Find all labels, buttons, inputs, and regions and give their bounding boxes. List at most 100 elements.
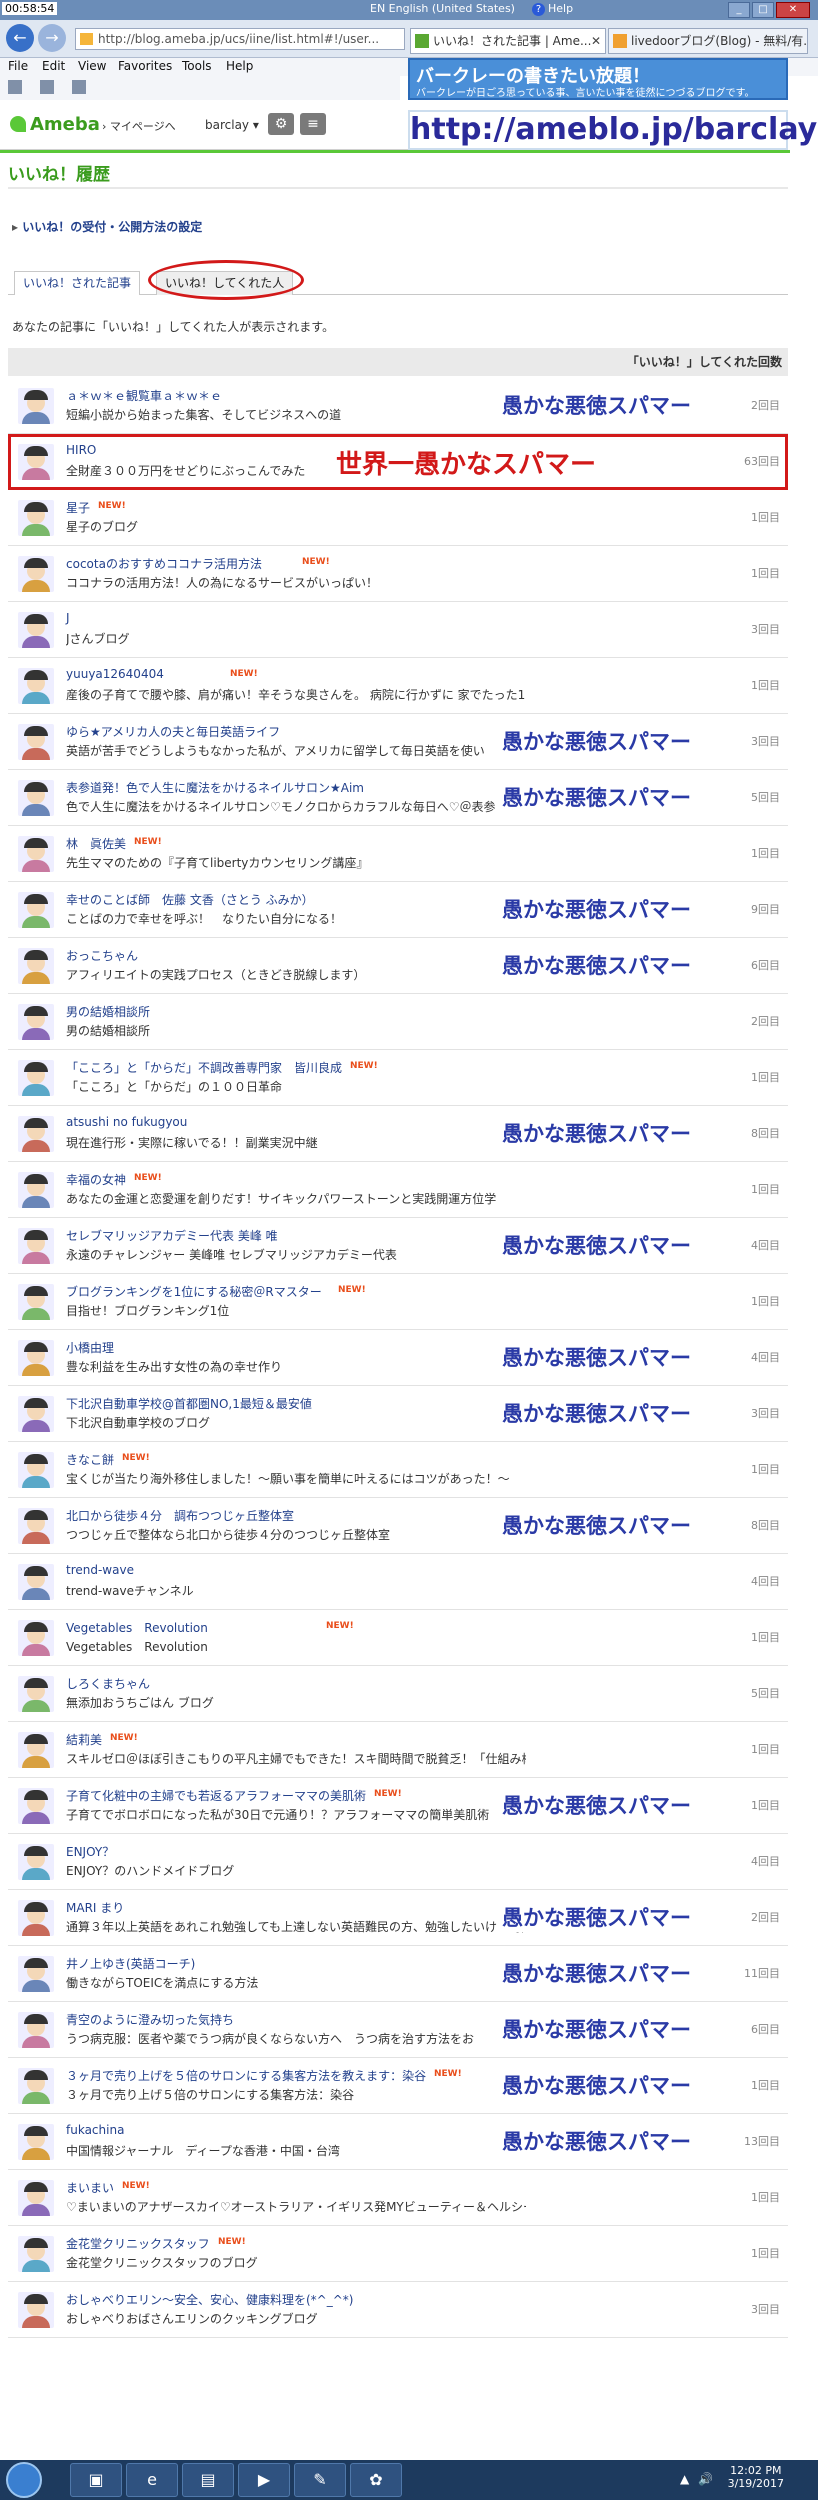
- liker-name[interactable]: cocotaのおすすめココナラ活用方法: [66, 555, 262, 572]
- avatar[interactable]: [18, 2180, 54, 2216]
- avatar[interactable]: [18, 2124, 54, 2160]
- tab-liked-articles[interactable]: いいね！された記事: [14, 271, 141, 295]
- liker-name[interactable]: fukachina: [66, 2123, 124, 2137]
- liker-name[interactable]: trend-wave: [66, 1563, 134, 1577]
- avatar[interactable]: [18, 1340, 54, 1376]
- explorer-taskbar-icon[interactable]: ▤: [182, 2463, 234, 2497]
- avatar[interactable]: [18, 1284, 54, 1320]
- liker-name[interactable]: おっこちゃん: [66, 947, 138, 964]
- avatar[interactable]: [18, 1060, 54, 1096]
- menu-file[interactable]: File: [8, 59, 28, 73]
- liker-name[interactable]: 幸せのことば師 佐藤 文香（さとう ふみか）: [66, 891, 314, 908]
- gear-icon[interactable]: ⚙: [268, 113, 294, 135]
- avatar[interactable]: [18, 1676, 54, 1712]
- avatar[interactable]: [18, 500, 54, 536]
- start-button[interactable]: [6, 2462, 42, 2498]
- avatar[interactable]: [18, 1508, 54, 1544]
- liker-name[interactable]: おしゃべりエリン〜安全、安心、健康料理を(*^_^*): [66, 2291, 353, 2308]
- user-menu[interactable]: barclay ▾: [205, 118, 259, 132]
- liker-name[interactable]: ３ヶ月で売り上げを５倍のサロンにする集客方法を教えます：染谷: [66, 2067, 426, 2084]
- liker-name[interactable]: 表参道発！色で人生に魔法をかけるネイルサロン★Aim: [66, 779, 364, 796]
- menu-favorites[interactable]: Favorites: [118, 59, 172, 73]
- avatar[interactable]: [18, 388, 54, 424]
- liker-name[interactable]: 北口から徒歩４分 調布つつじヶ丘整体室: [66, 1507, 294, 1524]
- liker-name[interactable]: 小橋由理: [66, 1339, 114, 1356]
- ameba-logo[interactable]: Ameba: [10, 114, 100, 135]
- liker-name[interactable]: 星子: [66, 499, 90, 516]
- liker-name[interactable]: MARI まり: [66, 1899, 124, 1916]
- home-icon[interactable]: [8, 80, 22, 94]
- avatar[interactable]: [18, 1732, 54, 1768]
- liker-name[interactable]: Vegetables Revolution: [66, 1619, 208, 1636]
- volume-icon[interactable]: 🔊: [698, 2472, 713, 2486]
- tab-close-icon[interactable]: ✕: [591, 29, 601, 53]
- avatar[interactable]: [18, 612, 54, 648]
- paint-taskbar-icon[interactable]: ✿: [350, 2463, 402, 2497]
- liker-name[interactable]: 井ノ上ゆき(英語コーチ): [66, 1955, 195, 1972]
- menu-view[interactable]: View: [78, 59, 106, 73]
- liker-name[interactable]: 金花堂クリニックスタッフ: [66, 2235, 210, 2252]
- media-taskbar-icon[interactable]: ▶: [238, 2463, 290, 2497]
- print-icon[interactable]: [72, 80, 86, 94]
- liker-name[interactable]: ENJOY？: [66, 1843, 114, 1860]
- menu-help[interactable]: Help: [226, 59, 253, 73]
- liker-name[interactable]: 結莉美: [66, 1731, 102, 1748]
- avatar[interactable]: [18, 2292, 54, 2328]
- liker-name[interactable]: 男の結婚相談所: [66, 1003, 150, 1020]
- liker-name[interactable]: 下北沢自動車学校@首都圏NO,1最短＆最安値: [66, 1395, 312, 1412]
- notes-taskbar-icon[interactable]: ✎: [294, 2463, 346, 2497]
- help-menu[interactable]: ? Help: [532, 2, 573, 16]
- avatar[interactable]: [18, 1004, 54, 1040]
- liker-name[interactable]: 子育て化粧中の主婦でも若返るアラフォーママの美肌術: [66, 1787, 366, 1804]
- liker-name[interactable]: 幸福の女神: [66, 1171, 126, 1188]
- forward-button[interactable]: →: [38, 24, 66, 52]
- avatar[interactable]: [18, 1620, 54, 1656]
- close-button[interactable]: ✕: [776, 2, 810, 18]
- menu-icon[interactable]: ≡: [300, 113, 326, 135]
- avatar[interactable]: [18, 1788, 54, 1824]
- avatar[interactable]: [18, 1564, 54, 1600]
- liker-name[interactable]: まいまい: [66, 2179, 114, 2196]
- back-button[interactable]: ←: [6, 24, 34, 52]
- avatar[interactable]: [18, 1956, 54, 1992]
- liker-name[interactable]: yuuya12640404: [66, 667, 164, 681]
- liker-name[interactable]: 青空のように澄み切った気持ち: [66, 2011, 234, 2028]
- avatar[interactable]: [18, 556, 54, 592]
- tray-clock[interactable]: 12:02 PM 3/19/2017: [728, 2464, 784, 2490]
- avatar[interactable]: [18, 948, 54, 984]
- tray-arrow-icon[interactable]: ▲: [680, 2472, 689, 2486]
- tab-livedoor[interactable]: livedoorブログ(Blog) - 無料/有...: [608, 28, 808, 54]
- maximize-button[interactable]: □: [752, 2, 774, 18]
- minimize-button[interactable]: _: [728, 2, 750, 18]
- liker-name[interactable]: J: [66, 611, 70, 625]
- mypage-link[interactable]: › マイページへ: [102, 118, 176, 134]
- avatar[interactable]: [18, 1116, 54, 1152]
- avatar[interactable]: [18, 2236, 54, 2272]
- liker-name[interactable]: 林 眞佐美: [66, 835, 126, 852]
- liker-name[interactable]: atsushi no fukugyou: [66, 1115, 187, 1129]
- avatar[interactable]: [18, 1228, 54, 1264]
- avatar[interactable]: [18, 836, 54, 872]
- liker-name[interactable]: ａ＊ｗ＊ｅ観覧車ａ＊ｗ＊ｅ: [66, 387, 222, 404]
- liker-name[interactable]: ゆら★アメリカ人の夫と毎日英語ライフ: [66, 723, 280, 740]
- avatar[interactable]: [18, 1452, 54, 1488]
- liker-name[interactable]: きなこ餅: [66, 1451, 114, 1468]
- avatar[interactable]: [18, 2012, 54, 2048]
- menu-edit[interactable]: Edit: [42, 59, 65, 73]
- ie-taskbar-icon[interactable]: e: [126, 2463, 178, 2497]
- avatar[interactable]: [18, 892, 54, 928]
- avatar[interactable]: [18, 1396, 54, 1432]
- address-bar[interactable]: http://blog.ameba.jp/ucs/iine/list.html#…: [75, 28, 405, 50]
- liker-name[interactable]: セレブマリッジアカデミー代表 美峰 唯: [66, 1227, 278, 1244]
- language-indicator[interactable]: EN English (United States): [370, 2, 515, 15]
- avatar[interactable]: [18, 2068, 54, 2104]
- avatar[interactable]: [18, 724, 54, 760]
- avatar[interactable]: [18, 1844, 54, 1880]
- avatar[interactable]: [18, 668, 54, 704]
- liker-name[interactable]: しろくまちゃん: [66, 1675, 150, 1692]
- taskbar-app-icon[interactable]: ▣: [70, 2463, 122, 2497]
- avatar[interactable]: [18, 1900, 54, 1936]
- tab-iine[interactable]: いいね！された記事 | Ame... ✕: [410, 28, 606, 54]
- menu-tools[interactable]: Tools: [182, 59, 212, 73]
- liker-name[interactable]: 「こころ」と「からだ」不調改善専門家 皆川良成: [66, 1059, 342, 1076]
